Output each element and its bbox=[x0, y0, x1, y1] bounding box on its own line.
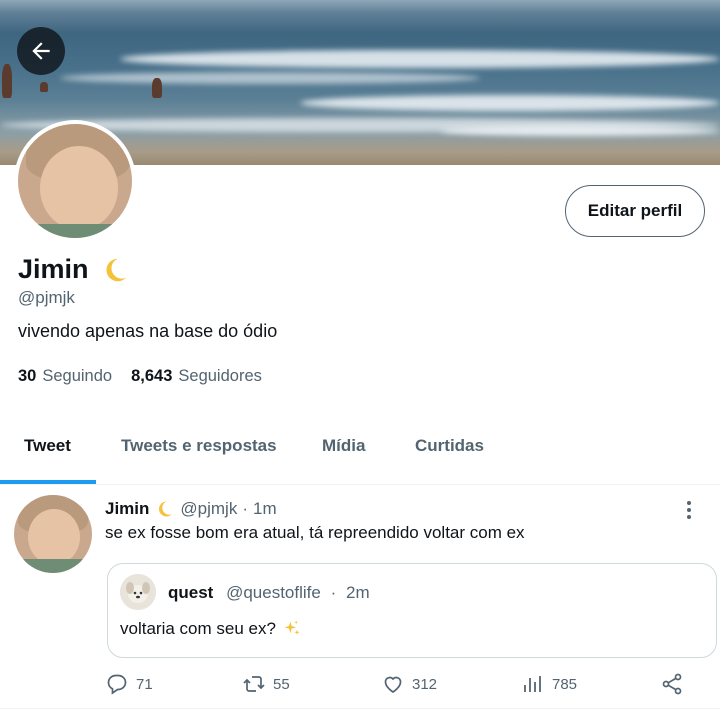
following-count: 30 bbox=[18, 367, 37, 385]
followers-count: 8,643 bbox=[131, 367, 173, 385]
reply-icon bbox=[107, 674, 127, 695]
tweet-author-handle[interactable]: @pjmjk bbox=[180, 499, 237, 519]
tab-media[interactable]: Mídia bbox=[322, 436, 365, 456]
tweet-time-separator: · bbox=[242, 499, 249, 518]
dog-avatar-icon bbox=[120, 574, 156, 610]
profile-name: Jimin bbox=[18, 254, 129, 285]
arrow-left-icon bbox=[32, 42, 50, 60]
tweet-author-name[interactable]: Jimin bbox=[105, 499, 149, 519]
retweet-button[interactable]: 55 bbox=[242, 672, 290, 696]
profile-handle: @pjmjk bbox=[18, 288, 75, 307]
quoted-author-avatar bbox=[120, 574, 156, 610]
tweet-author-avatar[interactable] bbox=[14, 495, 92, 573]
analytics-icon bbox=[524, 676, 541, 692]
following-link[interactable]: 30 Seguindo bbox=[18, 367, 112, 386]
profile-tabs: Tweet Tweets e respostas Mídia Curtidas bbox=[0, 420, 720, 484]
tweet-header: Jimin @pjmjk · 1m bbox=[105, 499, 277, 519]
quoted-tweet-header: quest @questoflife · 2m bbox=[168, 583, 370, 603]
retweet-icon bbox=[243, 676, 265, 692]
quoted-author-name: quest bbox=[168, 583, 214, 602]
profile-stats: 30 Seguindo 8,643 Seguidores bbox=[18, 367, 262, 386]
profile-name-text: Jimin bbox=[18, 254, 89, 284]
quoted-author-handle: @questoflife bbox=[226, 583, 321, 602]
quoted-time-separator: · bbox=[330, 583, 337, 602]
tab-tweets[interactable]: Tweet bbox=[24, 436, 71, 456]
edit-profile-button[interactable]: Editar perfil bbox=[565, 185, 705, 237]
more-options-icon[interactable] bbox=[678, 498, 700, 522]
like-button[interactable]: 312 bbox=[381, 672, 437, 696]
share-icon bbox=[662, 673, 682, 695]
share-button[interactable] bbox=[660, 672, 684, 696]
views-count: 785 bbox=[552, 675, 578, 693]
heart-icon bbox=[384, 676, 402, 693]
following-label: Seguindo bbox=[42, 367, 113, 385]
quoted-time: 2m bbox=[345, 583, 370, 602]
tab-likes[interactable]: Curtidas bbox=[415, 436, 484, 456]
profile-avatar[interactable] bbox=[14, 120, 136, 242]
reply-count: 71 bbox=[136, 675, 153, 693]
tweet-text: se ex fosse bom era atual, tá repreendid… bbox=[105, 523, 525, 542]
retweet-count: 55 bbox=[273, 675, 290, 693]
tweet-time[interactable]: 1m bbox=[253, 499, 277, 519]
tabs-divider bbox=[0, 484, 720, 485]
profile-bio: vivendo apenas na base do ódio bbox=[18, 321, 278, 341]
quoted-tweet-text: voltaria com seu ex? bbox=[120, 619, 276, 638]
like-count: 312 bbox=[412, 675, 438, 693]
tab-tweets-and-replies[interactable]: Tweets e respostas bbox=[121, 436, 277, 456]
crescent-moon-icon bbox=[106, 258, 126, 281]
reply-button[interactable]: 71 bbox=[105, 672, 153, 696]
followers-link[interactable]: 8,643 Seguidores bbox=[131, 367, 262, 386]
views-button[interactable]: 785 bbox=[521, 672, 577, 696]
followers-label: Seguidores bbox=[178, 367, 262, 385]
sparkles-icon bbox=[284, 620, 300, 635]
crescent-moon-icon bbox=[159, 501, 173, 517]
quoted-tweet-text-row: voltaria com seu ex? bbox=[120, 619, 302, 639]
quoted-tweet[interactable]: quest @questoflife · 2m voltaria com seu… bbox=[107, 563, 717, 658]
tweet-actions: 71 55 312 785 bbox=[0, 668, 720, 700]
back-button[interactable] bbox=[17, 27, 65, 75]
